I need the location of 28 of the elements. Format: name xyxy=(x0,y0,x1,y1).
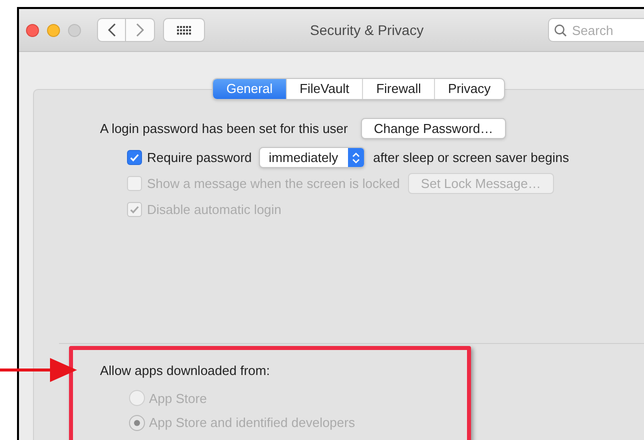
checkbox[interactable] xyxy=(127,150,142,165)
radio-label: App Store and identified developers xyxy=(149,414,355,432)
change-password-button[interactable]: Change Password… xyxy=(360,118,506,139)
window-title: Security & Privacy xyxy=(310,20,424,40)
option-label: Show a message when the screen is locked xyxy=(147,174,400,193)
stepper-icon xyxy=(352,152,360,164)
option-label: Require password xyxy=(147,148,252,167)
search-icon xyxy=(554,24,567,37)
grid-icon xyxy=(176,26,192,34)
minimize-icon[interactable] xyxy=(47,24,60,36)
tab[interactable]: Firewall xyxy=(362,79,434,99)
delay-select[interactable]: immediately xyxy=(258,147,366,168)
search-field[interactable]: Search xyxy=(548,18,644,42)
option-label: Disable automatic login xyxy=(147,200,282,219)
radio-label: App Store xyxy=(149,390,207,408)
show-all-button[interactable] xyxy=(163,18,205,42)
checkmark-icon xyxy=(129,204,140,215)
tab[interactable]: FileVault xyxy=(286,79,362,99)
back-button[interactable] xyxy=(97,18,126,42)
login-message: A login password has been set for this user xyxy=(100,120,348,138)
chevron-right-icon xyxy=(136,23,144,37)
option-suffix: after sleep or screen saver begins xyxy=(373,148,569,167)
checkmark-icon xyxy=(129,152,140,163)
close-icon[interactable] xyxy=(26,24,39,36)
chevron-left-icon xyxy=(108,23,116,37)
arrow-icon xyxy=(0,357,78,383)
zoom-icon[interactable] xyxy=(68,24,81,36)
gatekeeper-heading: Allow apps downloaded from: xyxy=(100,362,271,380)
